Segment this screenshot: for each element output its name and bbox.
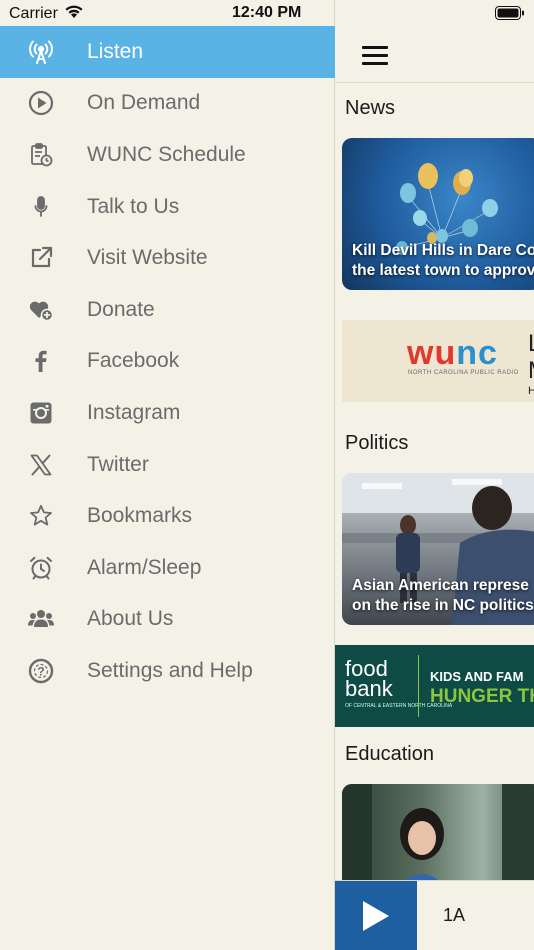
status-time: 12:40 PM (232, 4, 302, 21)
sidebar-item-label: Instagram (87, 400, 181, 424)
sidebar-item-label: Alarm/Sleep (87, 555, 202, 579)
sidebar-item-label: Visit Website (87, 246, 208, 270)
instagram-icon (27, 399, 55, 427)
news-card-caption: Kill Devil Hills in Dare Co the latest t… (352, 242, 534, 279)
sidebar-item-label: Settings and Help (87, 658, 253, 682)
section-title-education: Education (345, 743, 434, 765)
microphone-icon (27, 193, 55, 221)
education-story-card[interactable] (342, 784, 534, 894)
sidebar-item-facebook[interactable]: Facebook (0, 336, 335, 388)
facebook-icon (27, 347, 55, 375)
help-circle-icon: ? (27, 657, 55, 685)
section-title-politics: Politics (345, 432, 409, 454)
sidebar-item-donate[interactable]: Donate (0, 284, 335, 336)
main-header (335, 26, 534, 83)
wunc-logo-subtitle: NORTH CAROLINA PUBLIC RADIO (408, 370, 519, 376)
sidebar-item-visit-website[interactable]: Visit Website (0, 232, 335, 284)
hamburger-menu-icon[interactable] (362, 46, 388, 66)
external-link-icon (27, 244, 55, 272)
status-bar: Carrier 12:40 PM (0, 0, 534, 26)
sidebar-item-about-us[interactable]: About Us (0, 594, 335, 646)
play-circle-icon (27, 89, 55, 117)
politics-story-card[interactable]: Asian American represe on the rise in NC… (342, 473, 534, 625)
sidebar-item-on-demand[interactable]: On Demand (0, 78, 335, 130)
wifi-icon (64, 4, 84, 24)
foodbank-headline-1: KIDS AND FAM (430, 669, 524, 684)
sidebar-item-talk-to-us[interactable]: Talk to Us (0, 181, 335, 233)
sidebar-item-twitter[interactable]: Twitter (0, 439, 335, 491)
sidebar-item-wunc-schedule[interactable]: WUNC Schedule (0, 129, 335, 181)
heart-plus-icon (27, 296, 55, 324)
sidebar-menu: Listen On Demand WUNC Schedule Talk to U… (0, 0, 335, 950)
foodbank-headline-2: HUNGER TH (430, 686, 534, 707)
svg-text:?: ? (37, 664, 44, 678)
news-story-card[interactable]: Kill Devil Hills in Dare Co the latest t… (342, 138, 534, 290)
battery-icon (495, 6, 525, 25)
wunc-advertisement[interactable]: wunc NORTH CAROLINA PUBLIC RADIO L M H (342, 320, 534, 402)
sidebar-item-label: Twitter (87, 452, 149, 476)
sidebar-item-listen[interactable]: Listen (0, 26, 335, 78)
wunc-ad-side-text: L M H (528, 330, 534, 397)
section-title-news: News (345, 97, 396, 119)
foodbank-advertisement[interactable]: food bank OF CENTRAL & EASTERN NORTH CAR… (335, 645, 534, 727)
schedule-icon (27, 141, 55, 169)
foodbank-divider (418, 655, 419, 717)
sidebar-item-instagram[interactable]: Instagram (0, 387, 335, 439)
main-content: News Kill Devil Hills in Dare Co the lat… (335, 0, 534, 950)
sidebar-item-alarm-sleep[interactable]: Alarm/Sleep (0, 542, 335, 594)
sidebar-item-label: Bookmarks (87, 504, 193, 528)
sidebar-item-label: Donate (87, 297, 155, 321)
student-photo-image (342, 784, 534, 894)
sidebar-item-label: On Demand (87, 91, 201, 115)
sidebar-item-bookmarks[interactable]: Bookmarks (0, 490, 335, 542)
x-logo-icon (27, 451, 55, 479)
sidebar-item-label: Talk to Us (87, 194, 180, 218)
sidebar-item-label: About Us (87, 607, 174, 631)
alarm-clock-icon (27, 554, 55, 582)
play-button[interactable] (335, 881, 417, 950)
play-icon (363, 901, 389, 931)
sidebar-menu-list: Listen On Demand WUNC Schedule Talk to U… (0, 26, 335, 697)
users-icon (27, 605, 55, 633)
star-icon (27, 502, 55, 530)
radio-tower-icon (27, 38, 55, 66)
sidebar-item-label: Listen (87, 39, 144, 63)
sidebar-item-label: WUNC Schedule (87, 142, 246, 166)
wunc-logo: wunc (407, 334, 498, 372)
carrier-label: Carrier (9, 5, 58, 22)
sidebar-item-settings-and-help[interactable]: ? Settings and Help (0, 645, 335, 697)
now-playing-title[interactable]: 1A (443, 905, 465, 926)
audio-player-bar: 1A (335, 880, 534, 950)
politics-card-caption: Asian American represe on the rise in NC… (352, 577, 534, 614)
sidebar-item-label: Facebook (87, 349, 180, 373)
foodbank-logo: food bank (345, 656, 393, 701)
